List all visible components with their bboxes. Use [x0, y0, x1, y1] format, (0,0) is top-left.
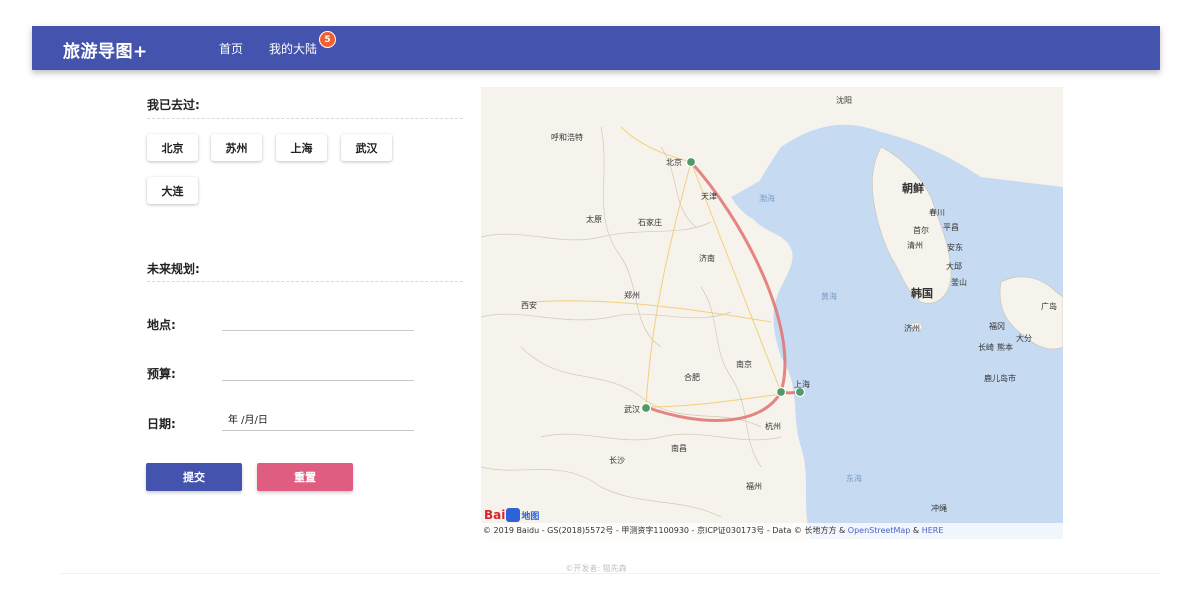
map-copyright: © 2019 Baidu - GS(2018)5572号 - 甲测资字11009… [481, 523, 1063, 539]
map-label-taiyuan: 太原 [586, 215, 602, 224]
notification-badge: 5 [319, 31, 336, 48]
map-label-chuncheon: 春川 [929, 208, 945, 217]
map-label-cheongju: 清州 [907, 241, 923, 250]
budget-label: 预算: [147, 367, 176, 381]
baidu-map-logo: Bai 地图 [484, 508, 539, 522]
date-input[interactable]: 年 /月/日 [222, 411, 414, 431]
visited-title: 我已去过: [147, 98, 200, 112]
marker-suzhou[interactable] [775, 386, 787, 398]
plan-title: 未来规划: [147, 262, 200, 276]
map-label-jinan: 济南 [699, 254, 715, 263]
map-label-hohhot: 呼和浩特 [551, 133, 583, 142]
copyright-text: © 2019 Baidu - GS(2018)5572号 - 甲测资字11009… [483, 526, 848, 535]
copyright-amp: & [910, 526, 922, 535]
osm-link[interactable]: OpenStreetMap [848, 526, 911, 535]
map-label-busan: 釜山 [951, 278, 967, 287]
map-label-tianjin: 天津 [701, 192, 717, 201]
map-label-beijing: 北京 [666, 158, 682, 167]
map-label-kumamoto: 熊本 [997, 343, 1013, 352]
map-label-nagasaki: 长崎 [978, 343, 994, 352]
map-label-wuhan: 武汉 [624, 405, 640, 414]
map-label-shanghai: 上海 [794, 380, 810, 389]
map-label-andong: 安东 [947, 243, 963, 252]
baidu-logo-text: Bai [484, 508, 506, 522]
baidu-paw-icon [506, 508, 521, 522]
map-label-zhengzhou: 郑州 [624, 291, 640, 300]
nav-my-continent[interactable]: 我的大陆 [269, 40, 317, 57]
province-borders [481, 126, 782, 518]
city-button-suzhou[interactable]: 苏州 [211, 134, 262, 161]
city-button-shanghai[interactable]: 上海 [276, 134, 327, 161]
map-label-shenyang: 沈阳 [836, 96, 852, 105]
submit-button[interactable]: 提交 [146, 463, 242, 491]
map-label-okinawa: 冲绳 [931, 504, 947, 513]
top-navbar: 旅游导图+ 首页 我的大陆 5 [32, 26, 1160, 70]
map-label-changsha: 长沙 [609, 456, 625, 465]
city-button-beijing[interactable]: 北京 [147, 134, 198, 161]
date-label: 日期: [147, 417, 176, 431]
budget-input[interactable] [222, 361, 414, 381]
map-label-pyeongchang: 平昌 [943, 223, 959, 232]
map-label-north-korea: 朝鲜 [902, 182, 924, 195]
map-label-shijiazhuang: 石家庄 [638, 218, 662, 227]
map-label-yellowsea: 黄海 [821, 292, 837, 301]
map-label-south-korea: 韩国 [911, 287, 933, 300]
reset-button[interactable]: 重置 [257, 463, 353, 491]
map-label-hiroshima: 广岛 [1041, 302, 1057, 311]
location-label: 地点: [147, 318, 176, 332]
nav-home[interactable]: 首页 [219, 40, 243, 57]
map-label-fukuoka: 福冈 [989, 322, 1005, 331]
location-input[interactable] [222, 311, 414, 331]
city-button-dalian[interactable]: 大连 [147, 177, 198, 204]
here-link[interactable]: HERE [922, 526, 944, 535]
map-label-fuzhou: 福州 [746, 482, 762, 491]
map-label-jeju: 济州 [904, 324, 920, 333]
footer-credit: ©开发者: 猫先森 [565, 564, 627, 573]
map-view[interactable]: 沈阳 呼和浩特 北京 天津 渤海 太原 石家庄 济南 西安 郑州 黄海 合肥 南… [481, 87, 1063, 539]
map-label-xian: 西安 [521, 301, 537, 310]
map-label-daegu: 大邱 [946, 262, 962, 271]
map-label-hefei: 合肥 [684, 373, 700, 382]
app-brand[interactable]: 旅游导图+ [63, 37, 148, 62]
marker-beijing[interactable] [685, 156, 697, 168]
map-label-nanchang: 南昌 [671, 444, 687, 453]
baidu-logo-suffix: 地图 [521, 511, 540, 522]
map-canvas [481, 124, 1063, 539]
map-label-seoul: 首尔 [913, 226, 929, 235]
map-label-nanjing: 南京 [736, 360, 752, 369]
visited-divider [147, 118, 463, 119]
map-label-kagoshima: 鹿儿岛市 [984, 374, 1016, 383]
marker-wuhan[interactable] [640, 402, 652, 414]
map-label-oita: 大分 [1016, 334, 1032, 343]
map-label-eastsea: 东海 [846, 474, 862, 483]
plan-divider [147, 281, 463, 282]
map-label-bohai: 渤海 [759, 194, 775, 203]
city-button-wuhan[interactable]: 武汉 [341, 134, 392, 161]
map-label-hangzhou: 杭州 [765, 422, 781, 431]
